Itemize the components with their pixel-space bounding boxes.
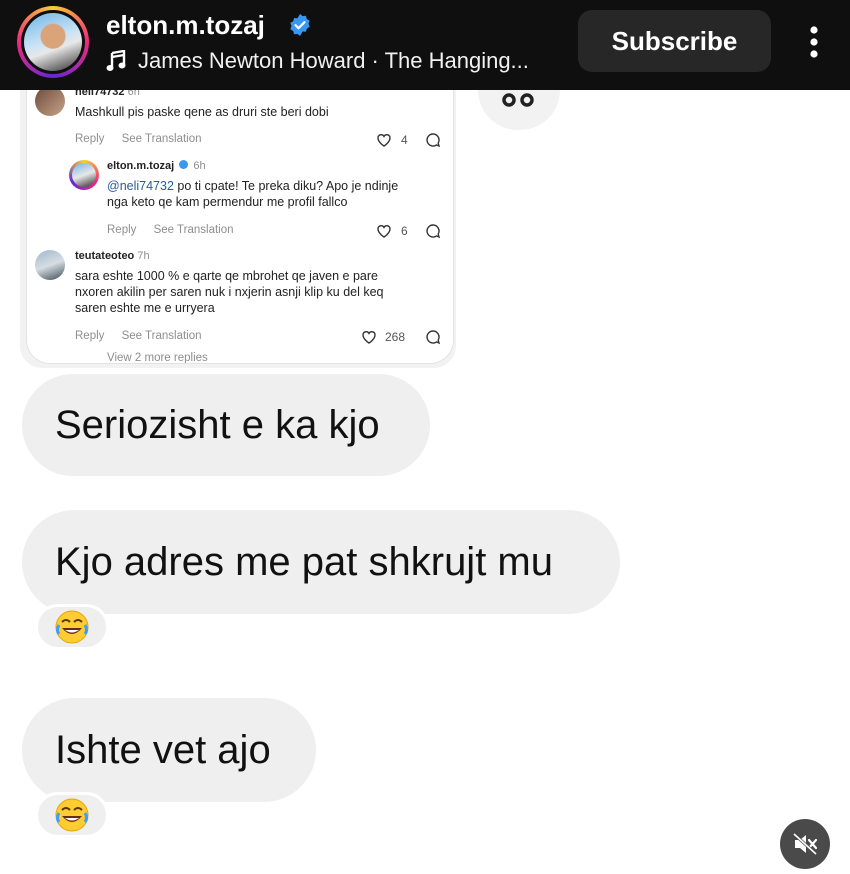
- see-translation-link: See Translation: [121, 330, 202, 342]
- comment-username: neli74732: [75, 90, 125, 98]
- commenter-avatar: [35, 90, 65, 116]
- verified-badge-icon: [179, 160, 189, 169]
- reply-link: Reply: [75, 133, 105, 145]
- comment-text: @neli74732 po ti cpate! Te preka diku? A…: [107, 179, 399, 193]
- comment-username: elton.m.tozaj: [107, 160, 175, 172]
- heart-icon: [377, 134, 391, 147]
- reply-bubble-icon: [426, 330, 441, 345]
- reply-bubble-icon: [426, 133, 441, 148]
- reply-avatar: [69, 160, 99, 190]
- reply-bubble-icon: [426, 224, 441, 239]
- chat-message: Ishte vet ajo: [22, 698, 316, 802]
- laughing-emoji-icon: [55, 610, 89, 644]
- comment-username: teutateoteo: [75, 250, 135, 262]
- channel-username[interactable]: elton.m.tozaj: [106, 10, 265, 41]
- avatar-image: [24, 13, 82, 71]
- message-reaction: [35, 792, 109, 838]
- heart-icon: [362, 331, 376, 344]
- verified-badge-icon: [290, 14, 310, 36]
- commenter-avatar: [35, 250, 65, 280]
- comment-text: nga keto qe kam permendur me profil fall…: [107, 195, 348, 209]
- muted-speaker-icon: [792, 832, 818, 856]
- reply-link: Reply: [75, 330, 105, 342]
- mention-link: @neli74732: [107, 179, 174, 193]
- video-header: elton.m.tozaj James Newton Howard · The …: [0, 0, 850, 90]
- reply-link: Reply: [107, 224, 137, 236]
- comment-text: saren eshte me e urryera: [75, 301, 215, 315]
- like-count: 6: [401, 224, 408, 238]
- comment-text: sara eshte 1000 % e qarte qe mbrohet qe …: [75, 269, 378, 283]
- like-count: 268: [385, 330, 406, 344]
- music-note-icon: [106, 50, 126, 71]
- comment-screenshot: neli74732 6h Mashkull pis paske qene as …: [26, 90, 454, 364]
- see-translation-link: See Translation: [153, 224, 234, 236]
- profile-avatar[interactable]: [17, 6, 89, 78]
- chat-message: Kjo adres me pat shkrujt mu: [22, 510, 620, 614]
- comment-text: Mashkull pis paske qene as druri ste ber…: [75, 105, 329, 119]
- comment-time: 6h: [193, 160, 206, 172]
- comment-time: 6h: [127, 90, 140, 98]
- subscribe-button[interactable]: Subscribe: [578, 10, 771, 72]
- message-reaction: [35, 604, 109, 650]
- like-count: 4: [401, 133, 408, 147]
- link-icon: [502, 93, 534, 107]
- view-more-replies: View 2 more replies: [107, 352, 208, 364]
- mute-button[interactable]: [780, 819, 830, 869]
- laughing-emoji-icon: [55, 798, 89, 832]
- comment-text: nxoren akilin per saren nuk i nxjerin as…: [75, 285, 384, 299]
- chat-message: Seriozisht e ka kjo: [22, 374, 430, 476]
- audio-track-label[interactable]: James Newton Howard · The Hanging...: [138, 48, 529, 74]
- partial-bubble: [478, 88, 560, 130]
- see-translation-link: See Translation: [121, 133, 202, 145]
- more-options-icon[interactable]: [800, 22, 828, 62]
- heart-icon: [377, 225, 391, 238]
- comment-time: 7h: [137, 250, 150, 262]
